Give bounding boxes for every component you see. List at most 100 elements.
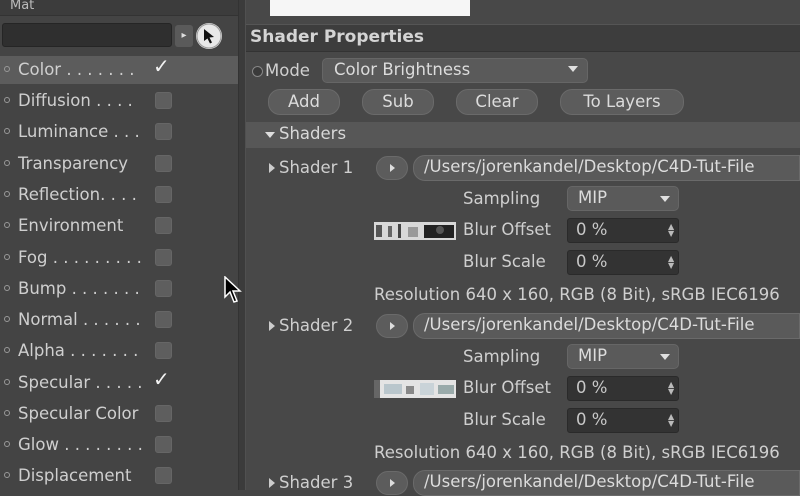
animation-dot-icon: [4, 472, 10, 478]
shaders-group-title: Shaders: [279, 124, 347, 143]
blur-offset-value: 0 %: [576, 220, 608, 239]
channel-item-fog[interactable]: Fog . . . . . . . . .: [0, 244, 238, 272]
sampling-value: MIP: [578, 346, 608, 365]
triangle-right-icon[interactable]: [269, 163, 275, 173]
shader-1-path: /Users/jorenkandel/Desktop/C4D-Tut-File: [424, 157, 755, 176]
animation-dot-icon: [4, 254, 10, 260]
checkbox[interactable]: [155, 405, 172, 422]
channel-item-alpha[interactable]: Alpha . . . . . . .: [0, 337, 238, 365]
spinner-arrows-icon[interactable]: ▲ ▼: [668, 255, 674, 270]
checkbox[interactable]: [155, 249, 172, 266]
channel-label: Reflection. . . .: [18, 185, 137, 204]
channel-item-displacement[interactable]: Displacement: [0, 462, 238, 490]
channel-label: Normal . . . . . .: [18, 310, 141, 329]
play-icon[interactable]: [376, 314, 408, 338]
blur-scale-label: Blur Scale: [463, 252, 546, 271]
channel-item-specular-color[interactable]: Specular Color: [0, 400, 238, 428]
animation-dot-icon: [4, 347, 10, 353]
checkbox[interactable]: [155, 467, 172, 484]
checkbox[interactable]: [155, 123, 172, 140]
channel-label: Transparency: [18, 154, 129, 173]
checkbox[interactable]: [155, 186, 172, 203]
sampling-label: Sampling: [463, 189, 541, 208]
channel-item-specular[interactable]: Specular . . . . . ✓: [0, 367, 238, 397]
triangle-down-icon[interactable]: [265, 132, 275, 138]
chevron-down-icon: [660, 354, 670, 360]
channel-item-color[interactable]: Color . . . . . . . ✓: [0, 54, 238, 84]
animation-dot-icon: [4, 222, 10, 228]
triangle-right-icon[interactable]: [269, 321, 275, 331]
chevron-down-icon: [568, 66, 578, 72]
checkbox[interactable]: [155, 436, 172, 453]
shader-2-path: /Users/jorenkandel/Desktop/C4D-Tut-File: [424, 315, 755, 334]
add-button[interactable]: Add: [268, 89, 340, 115]
checkbox[interactable]: [155, 342, 172, 359]
animation-dot-icon: [4, 66, 10, 72]
channel-label: Alpha . . . . . . .: [18, 341, 139, 360]
checkbox[interactable]: [155, 311, 172, 328]
shader-3-name: Shader 3: [279, 473, 354, 492]
shader-1-resolution: Resolution 640 x 160, RGB (8 Bit), sRGB …: [374, 285, 780, 304]
animation-dot-icon: [4, 410, 10, 416]
sub-button[interactable]: Sub: [362, 89, 434, 115]
mouse-pointer-icon: [224, 275, 244, 308]
channel-item-luminance[interactable]: Luminance . . .: [0, 118, 238, 146]
shader-1-thumbnail: [374, 222, 456, 240]
channel-label: Diffusion . . . .: [18, 91, 133, 110]
channel-label: Displacement: [18, 466, 132, 485]
animation-dot-icon: [4, 441, 10, 447]
checkbox[interactable]: [155, 280, 172, 297]
play-icon[interactable]: [376, 471, 408, 495]
blur-scale-value: 0 %: [576, 252, 608, 271]
animation-dot-icon: [4, 316, 10, 322]
shader-3-path: /Users/jorenkandel/Desktop/C4D-Tut-File: [424, 472, 755, 491]
channel-item-glow[interactable]: Glow . . . . . . . .: [0, 431, 238, 459]
spinner-arrows-icon[interactable]: ▲ ▼: [668, 381, 674, 396]
checkbox-checked[interactable]: ✓: [153, 54, 170, 78]
mode-dropdown-value: Color Brightness: [334, 60, 471, 79]
triangle-right-icon[interactable]: [269, 478, 275, 488]
channel-label: Specular Color: [18, 404, 139, 423]
material-name-input[interactable]: [2, 23, 172, 47]
channel-label: Glow . . . . . . . .: [18, 435, 143, 454]
channel-label: Environment: [18, 216, 124, 235]
panel-splitter[interactable]: [238, 0, 246, 490]
shader-properties-title: Shader Properties: [250, 27, 425, 47]
checkbox[interactable]: [155, 217, 172, 234]
checkbox[interactable]: [155, 92, 172, 109]
channel-item-reflection[interactable]: Reflection. . . .: [0, 181, 238, 209]
shader-2-resolution: Resolution 640 x 160, RGB (8 Bit), sRGB …: [374, 443, 780, 462]
channel-label: Bump . . . . . . .: [18, 279, 140, 298]
spinner-arrows-icon[interactable]: ▲ ▼: [668, 413, 674, 428]
blur-offset-value: 0 %: [576, 378, 608, 397]
channel-item-normal[interactable]: Normal . . . . . .: [0, 306, 238, 334]
animation-dot-icon: [4, 191, 10, 197]
animation-dot-icon: [4, 97, 10, 103]
blur-offset-label: Blur Offset: [463, 378, 551, 397]
spinner-arrows-icon[interactable]: ▲ ▼: [668, 223, 674, 238]
blur-scale-value: 0 %: [576, 410, 608, 429]
checkbox[interactable]: [155, 155, 172, 172]
material-preview: [270, 0, 470, 16]
to-layers-button[interactable]: To Layers: [560, 89, 684, 115]
channel-label: Luminance . . .: [18, 122, 140, 141]
shader-2-thumbnail: [374, 380, 456, 398]
mode-label: Mode: [265, 61, 310, 80]
name-menu-arrow-button[interactable]: ▸: [175, 25, 193, 47]
checkbox-checked[interactable]: ✓: [153, 367, 170, 391]
channel-label: Specular . . . . .: [18, 373, 143, 392]
animation-dot-icon: [4, 160, 10, 166]
play-icon[interactable]: [376, 156, 408, 180]
sampling-label: Sampling: [463, 347, 541, 366]
clear-button[interactable]: Clear: [456, 89, 538, 115]
animation-dot-icon[interactable]: [252, 66, 263, 77]
animation-dot-icon: [4, 285, 10, 291]
chevron-down-icon: [660, 196, 670, 202]
animation-dot-icon: [4, 128, 10, 134]
shader-1-name: Shader 1: [279, 158, 354, 177]
channel-item-transparency[interactable]: Transparency: [0, 150, 238, 178]
channel-item-environment[interactable]: Environment: [0, 212, 238, 240]
cursor-picker-icon[interactable]: [196, 23, 222, 49]
channel-item-bump[interactable]: Bump . . . . . . .: [0, 275, 238, 303]
channel-item-diffusion[interactable]: Diffusion . . . .: [0, 87, 238, 115]
